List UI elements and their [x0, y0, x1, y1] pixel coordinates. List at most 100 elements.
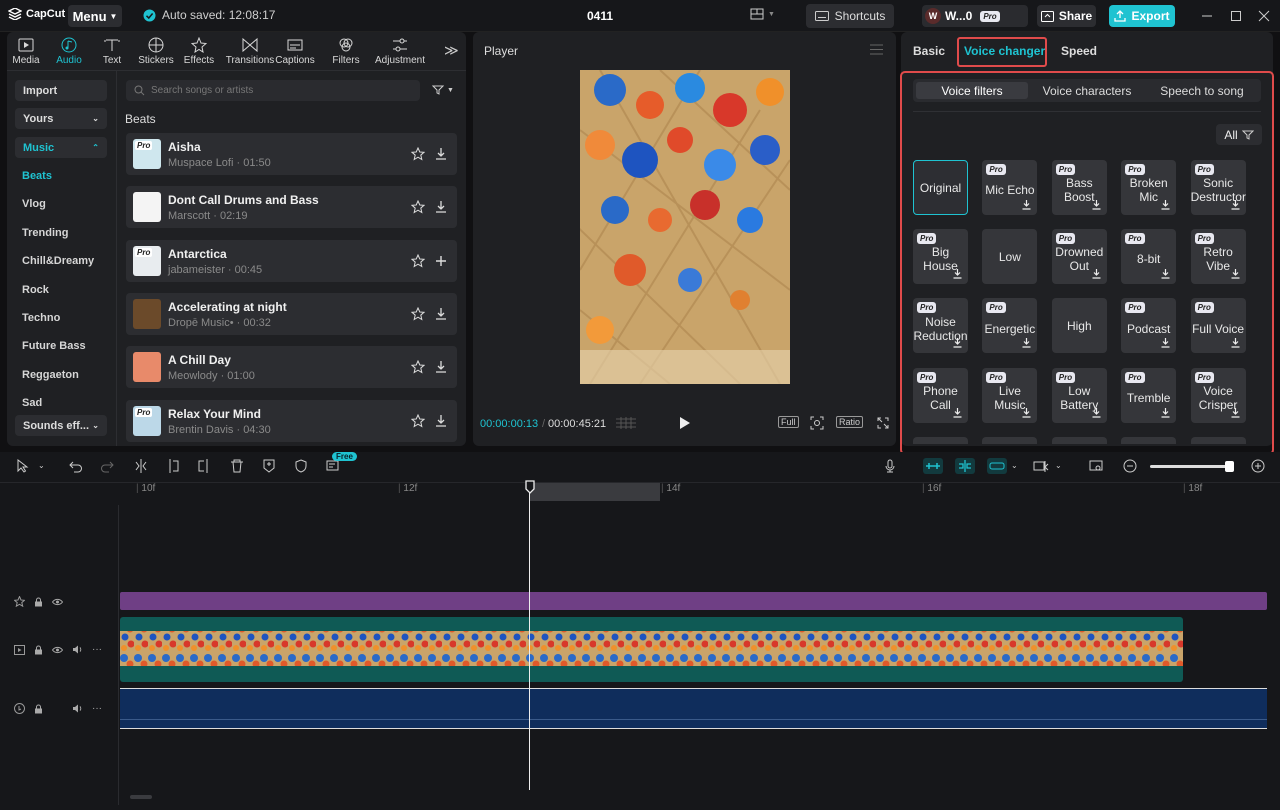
voice-filter-mic-echo[interactable]: Pro Mic Echo — [982, 160, 1038, 215]
voice-filter-live-music[interactable]: Pro Live Music — [982, 367, 1038, 423]
sidebar-item-rock[interactable]: Rock — [22, 284, 49, 296]
tab-filters[interactable]: Filters — [324, 37, 368, 66]
voice-filter-original[interactable]: Original — [913, 160, 968, 215]
download-icon[interactable] — [1091, 407, 1102, 418]
favorite-star-icon[interactable] — [411, 253, 425, 268]
download-icon[interactable] — [1091, 199, 1102, 210]
download-icon[interactable] — [1160, 199, 1171, 210]
subtab-voice-characters[interactable]: Voice characters — [1031, 82, 1143, 99]
sidebar-item-beats[interactable]: Beats — [22, 170, 52, 182]
download-icon[interactable] — [434, 414, 448, 428]
download-icon[interactable] — [952, 337, 963, 348]
voice-filter-next-row[interactable] — [982, 436, 1038, 444]
sidebar-item-techno[interactable]: Techno — [22, 312, 60, 324]
sidebar-item-sad[interactable]: Sad — [22, 397, 42, 409]
song-item[interactable]: Pro Relax Your Mind Brentin Davis · 04:30 — [126, 399, 457, 442]
download-icon[interactable] — [1230, 268, 1241, 279]
voice-filter-energetic[interactable]: Pro Energetic — [982, 298, 1038, 354]
song-item[interactable]: Dont Call Drums and Bass Marscott · 02:19 — [126, 186, 457, 229]
chevron-down-icon[interactable]: ⌄ — [1011, 461, 1018, 470]
select-cursor-icon[interactable] — [16, 459, 30, 473]
voice-filter-broken-mic[interactable]: Pro Broken Mic — [1121, 160, 1177, 215]
shortcuts-button[interactable]: Shortcuts — [806, 4, 894, 28]
music-dropdown[interactable]: Music ⌃ — [15, 137, 107, 158]
user-account[interactable]: W W...0 Pro — [922, 5, 1028, 27]
voice-filter-retro-vibe[interactable]: Pro Retro Vibe — [1190, 229, 1246, 285]
maximize-icon[interactable] — [1229, 9, 1243, 23]
tab-stickers[interactable]: Stickers — [134, 37, 178, 66]
download-icon[interactable] — [1160, 268, 1171, 279]
hamburger-icon[interactable] — [870, 44, 883, 55]
voice-filter-high[interactable]: High — [1051, 298, 1107, 354]
timecode-grid-icon[interactable] — [616, 417, 636, 429]
linkage-toggle[interactable] — [987, 458, 1007, 474]
voice-filter-voice-crisper[interactable]: Pro Voice Crisper — [1190, 367, 1246, 423]
favorite-star-icon[interactable] — [411, 360, 425, 374]
download-icon[interactable] — [1160, 337, 1171, 348]
favorite-star-icon[interactable] — [411, 413, 425, 428]
tab-basic[interactable]: Basic — [913, 44, 945, 58]
shield-icon[interactable] — [294, 459, 308, 473]
favorite-star-icon[interactable] — [411, 147, 425, 161]
add-icon[interactable] — [434, 254, 448, 268]
minimize-icon[interactable] — [1200, 9, 1214, 23]
play-icon[interactable] — [679, 417, 690, 429]
eye-icon[interactable] — [52, 646, 63, 654]
voice-filter-big-house[interactable]: Pro Big House — [913, 229, 968, 285]
close-icon[interactable] — [1257, 9, 1271, 23]
voice-filter-next-row[interactable] — [913, 436, 968, 444]
download-icon[interactable] — [952, 268, 963, 279]
voice-filter-full-voice[interactable]: Pro Full Voice — [1190, 298, 1246, 354]
full-quality-button[interactable]: Full — [778, 416, 799, 428]
filter-sort-button[interactable]: ▼ — [432, 85, 454, 95]
voice-filter-podcast[interactable]: Pro Podcast — [1121, 298, 1177, 354]
ratio-button[interactable]: Ratio — [836, 416, 864, 428]
share-button[interactable]: Share — [1037, 5, 1096, 27]
more-options-icon[interactable]: ··· — [92, 644, 102, 655]
tab-speed[interactable]: Speed — [1061, 44, 1097, 58]
horizontal-scrollbar[interactable] — [130, 795, 152, 799]
thumbnail-view-icon[interactable] — [1089, 459, 1103, 473]
lock-icon[interactable] — [34, 704, 43, 714]
voice-filter-bass-boost[interactable]: Pro Bass Boost — [1051, 160, 1107, 215]
chevron-down-icon[interactable]: ⌄ — [38, 461, 45, 470]
voice-filter-low-battery[interactable]: Pro Low Battery — [1051, 367, 1107, 423]
voice-filter-next-row[interactable] — [1121, 436, 1177, 444]
voice-filter-8-bit[interactable]: Pro 8-bit — [1121, 229, 1177, 285]
filter-all-button[interactable]: All — [1216, 124, 1262, 145]
download-icon[interactable] — [434, 200, 448, 214]
zoom-out-icon[interactable] — [1123, 459, 1137, 473]
zoom-in-icon[interactable] — [1251, 459, 1265, 473]
download-icon[interactable] — [434, 147, 448, 161]
chevron-down-icon[interactable]: ⌄ — [1055, 461, 1062, 470]
download-icon[interactable] — [1091, 268, 1102, 279]
undo-icon[interactable] — [69, 459, 83, 473]
download-icon[interactable] — [1160, 407, 1171, 418]
tab-effects[interactable]: Effects — [177, 37, 221, 66]
song-item[interactable]: A Chill Day Meowlody · 01:00 — [126, 346, 457, 389]
sidebar-item-chill-dreamy[interactable]: Chill&Dreamy — [22, 255, 94, 267]
search-input[interactable]: Search songs or artists — [126, 80, 420, 101]
split-right-icon[interactable] — [197, 459, 211, 473]
mark-icon[interactable] — [262, 459, 276, 473]
split-icon[interactable] — [134, 459, 148, 473]
zoom-slider-handle[interactable] — [1225, 461, 1234, 472]
sidebar-item-reggaeton[interactable]: Reggaeton — [22, 369, 79, 381]
favorite-star-icon[interactable] — [411, 306, 425, 321]
download-icon[interactable] — [434, 360, 448, 374]
redo-icon[interactable] — [100, 459, 114, 473]
magnet-snap-toggle[interactable] — [923, 458, 943, 474]
fullscreen-icon[interactable] — [877, 417, 889, 429]
voice-filter-noise-reduction[interactable]: Pro Noise Reduction — [913, 298, 968, 354]
more-tabs-icon[interactable]: ≫ — [444, 42, 459, 59]
project-title[interactable]: 0411 — [580, 9, 620, 23]
effect-clip[interactable] — [120, 592, 1267, 610]
audio-clip[interactable] — [120, 688, 1267, 729]
tab-audio[interactable]: Audio — [47, 37, 91, 66]
tab-captions[interactable]: Captions — [273, 37, 317, 66]
voice-filter-phone-call[interactable]: Pro Phone Call — [913, 367, 968, 423]
download-icon[interactable] — [434, 307, 448, 321]
download-icon[interactable] — [1021, 407, 1032, 418]
voice-filter-next-row[interactable] — [1190, 436, 1246, 444]
song-item[interactable]: Accelerating at night Dropē Music• · 00:3… — [126, 292, 457, 335]
